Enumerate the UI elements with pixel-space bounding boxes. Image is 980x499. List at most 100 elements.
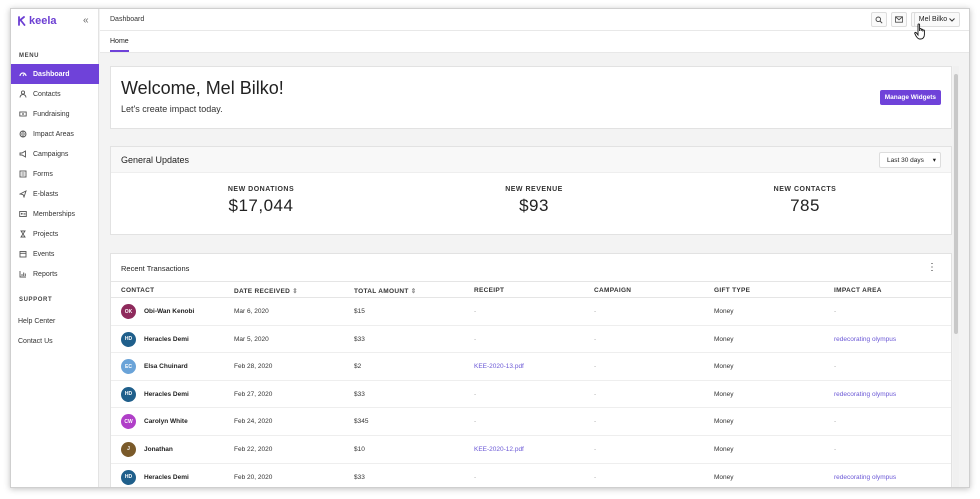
sidebar-item-e-blasts[interactable]: E-blasts: [11, 184, 99, 204]
cell-date: Feb 24, 2020: [234, 418, 273, 426]
avatar: HD: [121, 469, 136, 485]
cell-amount: $10: [354, 445, 365, 453]
table-row[interactable]: HD Heracles Demi Feb 27, 2020 $33 - - Money red…: [111, 381, 951, 409]
sidebar-item-campaigns[interactable]: Campaigns: [11, 144, 99, 164]
sidebar-item-dashboard[interactable]: Dashboard: [11, 64, 99, 84]
table-row[interactable]: OK Obi-Wan Kenobi Mar 6, 2020 $15 - - Money -: [111, 298, 951, 326]
cell-impact: -: [834, 308, 837, 315]
contact-name-link[interactable]: Obi-Wan Kenobi: [144, 308, 194, 315]
contact-name-link[interactable]: Carolyn White: [144, 418, 188, 425]
more-options-icon[interactable]: ⋮: [927, 262, 937, 273]
sidebar-item-impact-areas[interactable]: Impact Areas: [11, 124, 99, 144]
general-updates-title: General Updates: [121, 155, 190, 165]
stat-label: NEW REVENUE: [505, 186, 563, 193]
table-row[interactable]: J Jonathan Feb 22, 2020 $10 KEE-2020-12.pdf -…: [111, 436, 951, 464]
chart-icon: [19, 270, 27, 278]
support-menu: Help Center Contact Us: [11, 311, 99, 351]
table-header: CONTACT DATE RECEIVED ⇕ TOTAL AMOUNT ⇕ R…: [111, 281, 951, 298]
globe-icon: [19, 130, 27, 138]
cell-receipt: -: [474, 473, 477, 481]
avatar: J: [121, 441, 136, 457]
cell-amount: $33: [354, 473, 365, 481]
app-window: keela « MENU Dashboard Contacts Fundrais…: [10, 8, 970, 488]
cell-receipt: -: [474, 335, 477, 343]
sort-icon: ⇕: [410, 288, 417, 295]
keela-logo-icon: [18, 16, 26, 26]
app-logo[interactable]: keela: [18, 15, 57, 27]
stat-label: NEW DONATIONS: [227, 186, 295, 193]
table-row[interactable]: HD Heracles Demi Feb 20, 2020 $33 - - Money red…: [111, 464, 951, 487]
hand-cursor-icon: [914, 23, 925, 40]
general-updates-card: General Updates Last 30 days ▾ NEW DONAT…: [110, 146, 952, 235]
topbar: Dashboard Mel Bilko: [100, 9, 969, 31]
search-icon: [875, 16, 883, 24]
cell-impact: -: [834, 418, 837, 426]
sidebar-item-label: Campaigns: [33, 150, 69, 158]
person-icon: [19, 90, 27, 98]
sidebar-item-label: Events: [33, 250, 55, 258]
column-header-date[interactable]: DATE RECEIVED ⇕: [234, 287, 298, 295]
sidebar-menu: Dashboard Contacts Fundraising Impact Ar…: [11, 64, 99, 284]
sidebar-item-contacts[interactable]: Contacts: [11, 84, 99, 104]
cell-gift: Money: [714, 363, 734, 371]
contact-name-link[interactable]: Elsa Chuinard: [144, 363, 188, 370]
sidebar-item-label: Dashboard: [33, 70, 70, 78]
contact-name-link[interactable]: Jonathan: [144, 446, 173, 453]
cell-date: Feb 20, 2020: [234, 473, 273, 481]
collapse-sidebar-icon[interactable]: «: [83, 15, 89, 26]
table-row[interactable]: EC Elsa Chuinard Feb 28, 2020 $2 KEE-2020-13…: [111, 353, 951, 381]
cell-impact[interactable]: redecorating olympus: [834, 391, 896, 398]
cell-impact: -: [834, 445, 837, 453]
table-row[interactable]: HD Heracles Demi Mar 5, 2020 $33 - - Money rede…: [111, 326, 951, 354]
column-header-amount[interactable]: TOTAL AMOUNT ⇕: [354, 287, 417, 295]
recent-transactions-card: Recent Transactions ⋮ CONTACT DATE RECEI…: [110, 253, 952, 487]
cell-amount: $33: [354, 335, 365, 343]
column-header-label: TOTAL AMOUNT: [354, 288, 409, 295]
sidebar-item-forms[interactable]: Forms: [11, 164, 99, 184]
contact-name-link[interactable]: Heracles Demi: [144, 336, 189, 343]
general-updates-header: General Updates Last 30 days ▾: [111, 147, 951, 173]
menu-section-label: MENU: [19, 53, 40, 59]
cell-gift: Money: [714, 335, 734, 343]
cell-receipt[interactable]: KEE-2020-12.pdf: [474, 446, 524, 453]
contact-name-link[interactable]: Heracles Demi: [144, 391, 189, 398]
date-range-select[interactable]: Last 30 days ▾: [879, 152, 941, 168]
sidebar-item-memberships[interactable]: Memberships: [11, 204, 99, 224]
cell-receipt: -: [474, 390, 477, 398]
sidebar-item-fundraising[interactable]: Fundraising: [11, 104, 99, 124]
tab-home[interactable]: Home: [110, 38, 129, 52]
sidebar-item-label: E-blasts: [33, 190, 59, 198]
manage-widgets-button[interactable]: Manage Widgets: [879, 90, 941, 105]
sidebar-item-label: Contacts: [33, 90, 61, 98]
sort-icon: ⇕: [292, 288, 299, 295]
column-header-campaign: CAMPAIGN: [594, 287, 632, 294]
sidebar-item-reports[interactable]: Reports: [11, 264, 99, 284]
date-range-value: Last 30 days: [887, 156, 924, 164]
stat-new-revenue: NEW REVENUE $93: [434, 186, 634, 216]
sidebar-item-label: Fundraising: [33, 110, 70, 118]
contact-name-link[interactable]: Heracles Demi: [144, 474, 189, 481]
sidebar-item-projects[interactable]: Projects: [11, 224, 99, 244]
cell-date: Mar 6, 2020: [234, 308, 269, 315]
help-center-link[interactable]: Help Center: [11, 311, 99, 331]
table-row[interactable]: CW Carolyn White Feb 24, 2020 $345 - - Money -: [111, 408, 951, 436]
cell-amount: $345: [354, 418, 369, 426]
logo-text: keela: [29, 15, 57, 27]
cell-impact[interactable]: redecorating olympus: [834, 474, 896, 481]
cell-receipt[interactable]: KEE-2020-13.pdf: [474, 363, 524, 370]
cell-campaign: -: [594, 445, 597, 453]
cell-impact[interactable]: redecorating olympus: [834, 336, 896, 343]
scrollbar-thumb[interactable]: [954, 74, 958, 334]
column-header-label: DATE RECEIVED: [234, 288, 291, 295]
contact-us-link[interactable]: Contact Us: [11, 331, 99, 351]
caret-down-icon: ▾: [932, 157, 936, 164]
sidebar-item-events[interactable]: Events: [11, 244, 99, 264]
search-button[interactable]: [871, 12, 887, 27]
money-icon: [19, 110, 27, 118]
cell-date: Feb 22, 2020: [234, 445, 273, 453]
page-scrollbar[interactable]: [953, 66, 959, 487]
messages-button[interactable]: [891, 12, 907, 27]
cell-gift: Money: [714, 308, 734, 315]
cell-gift: Money: [714, 445, 734, 453]
form-icon: [19, 170, 27, 178]
